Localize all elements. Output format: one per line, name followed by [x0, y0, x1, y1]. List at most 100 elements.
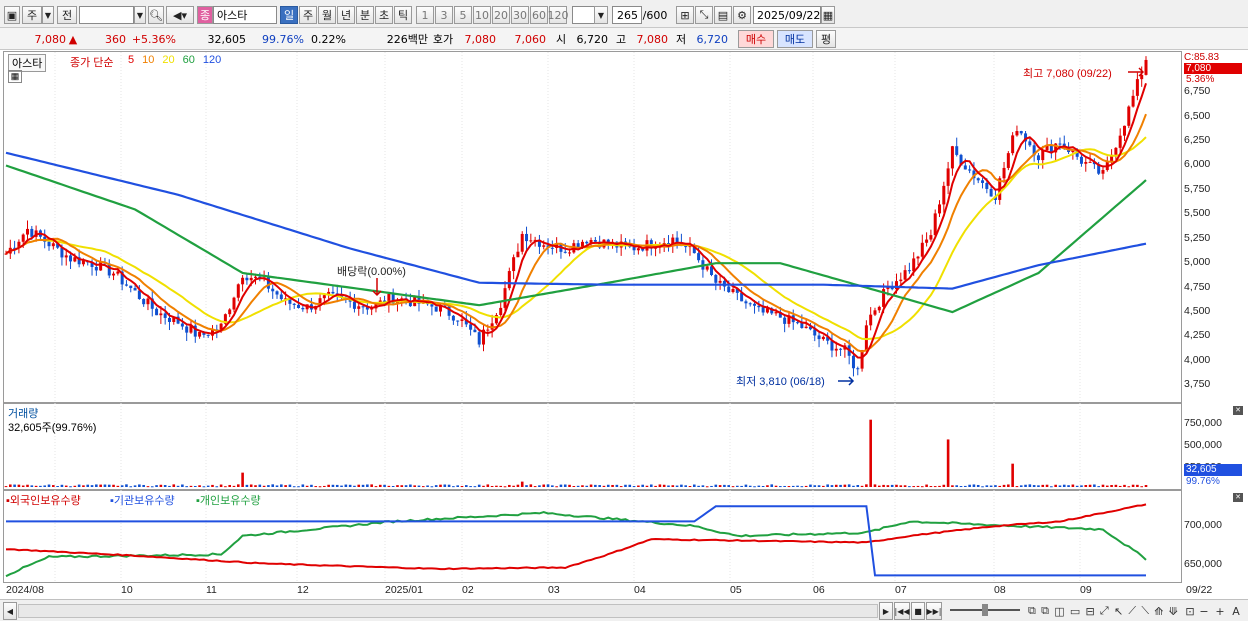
current-price: 7,080: [34, 32, 67, 46]
sell-button[interactable]: 매도: [777, 30, 813, 48]
buy-button[interactable]: 매수: [738, 30, 774, 48]
period-button[interactable]: 초: [375, 6, 393, 24]
high-annotation: 최고 7,080 (09/22): [1023, 68, 1112, 80]
tool-icon[interactable]: ⟰: [1154, 605, 1163, 618]
minute-button[interactable]: 120: [548, 6, 569, 24]
restore-icon[interactable]: ⊡: [1184, 602, 1196, 620]
date-input[interactable]: 2025/09/22: [753, 6, 821, 24]
tool-icon[interactable]: ⟱: [1169, 605, 1178, 618]
market-dropdown-icon[interactable]: ▼: [42, 6, 54, 24]
zoom-slider-handle[interactable]: [982, 604, 988, 616]
count-input[interactable]: 265: [612, 6, 642, 24]
window-icon[interactable]: ▣: [4, 6, 20, 24]
tool-icon[interactable]: ⧉: [1028, 604, 1036, 618]
ma-legend-item: 5: [128, 54, 135, 66]
market-select[interactable]: 주: [22, 6, 42, 24]
minute-button[interactable]: 5: [454, 6, 472, 24]
last-icon[interactable]: ▶▶|: [926, 602, 942, 620]
holdings-pane[interactable]: [3, 490, 1182, 583]
ma-legend-item: 10: [142, 54, 155, 66]
minute-button[interactable]: 10: [473, 6, 491, 24]
period-button[interactable]: 분: [356, 6, 374, 24]
price-tick-label: 6,000: [1184, 158, 1211, 171]
volume-pane[interactable]: [3, 403, 1182, 490]
stop-icon[interactable]: ■: [911, 602, 925, 620]
scroll-right-icon[interactable]: ▶: [879, 602, 893, 620]
tool-icon[interactable]: ⊟: [1085, 605, 1094, 618]
individual-holdings-label: ▪개인보유수량: [196, 492, 261, 508]
volume-ratio: 99.76%: [262, 32, 304, 46]
quote-label: 호가: [432, 33, 454, 46]
zoom-out-icon[interactable]: −: [1198, 602, 1210, 620]
dividend-annotation: 배당락(0.00%): [337, 266, 406, 278]
minute-button[interactable]: 3: [435, 6, 453, 24]
x-tick-label: 04: [634, 584, 646, 596]
speaker-icon[interactable]: ◀▾: [166, 6, 194, 24]
scroll-left-icon[interactable]: ◀: [3, 602, 17, 620]
price-tick-label: 5,500: [1184, 207, 1211, 220]
x-tick-label: 2024/08: [6, 584, 44, 596]
draw-icon[interactable]: ⤡: [695, 6, 713, 24]
tool-icon[interactable]: ◫: [1054, 605, 1064, 618]
grid-icon[interactable]: ▦: [8, 70, 22, 83]
stock-name-field[interactable]: 아스타: [213, 6, 277, 24]
search-icon[interactable]: 🔍︎: [148, 6, 164, 24]
bottom-toolbar: ◀ ▶ |◀◀ ■ ▶▶| ⧉ ⧉ ◫ ▭ ⊟ ⤢ ↖ ⟋ ⟍ ⟰ ⟱ ⊡ − + A: [0, 599, 1248, 621]
ma-legend: 5 10 20 60 120: [128, 54, 229, 66]
volume-legend-value: 32,605주(99.76%): [8, 422, 97, 434]
gear-icon[interactable]: ⚙: [733, 6, 751, 24]
x-tick-label: 02: [462, 584, 474, 596]
price-tick-label: 3,750: [1184, 378, 1211, 391]
drawing-tools[interactable]: ⧉ ⧉ ◫ ▭ ⊟ ⤢ ↖ ⟋ ⟍ ⟰ ⟱: [1028, 602, 1178, 620]
x-tick-label: 09: [1080, 584, 1092, 596]
ma-legend-item: 120: [202, 54, 222, 66]
tool-icon[interactable]: ▭: [1070, 605, 1080, 618]
x-tick-label: 2025/01: [385, 584, 423, 596]
tool-icon[interactable]: ⟍: [1141, 604, 1149, 618]
x-tick-label: 11: [206, 584, 217, 596]
zoom-in-icon[interactable]: +: [1214, 602, 1226, 620]
stock-code-input[interactable]: 246720: [79, 6, 134, 24]
eval-button[interactable]: 평: [816, 30, 836, 48]
candle-icon[interactable]: ⊞: [676, 6, 694, 24]
minute-button[interactable]: 60: [530, 6, 548, 24]
period-button[interactable]: 틱: [394, 6, 412, 24]
close-pane-icon[interactable]: ✕: [1233, 493, 1243, 502]
x-tick-label: 05: [730, 584, 742, 596]
prev-stock-button[interactable]: 전: [57, 6, 77, 24]
price-tick-label: 4,500: [1184, 305, 1211, 318]
badge-icon: 종: [197, 6, 213, 24]
open-price: 6,720: [576, 32, 609, 46]
tool-icon[interactable]: ↖: [1114, 605, 1123, 618]
minute-button[interactable]: 30: [511, 6, 529, 24]
holdings-tick-label: 650,000: [1184, 558, 1222, 570]
close-pane-icon[interactable]: ✕: [1233, 406, 1243, 415]
code-dropdown-icon[interactable]: ▼: [134, 6, 146, 24]
period-button[interactable]: 년: [337, 6, 355, 24]
ma-legend-item: 60: [182, 54, 195, 66]
minute-button[interactable]: 1: [416, 6, 434, 24]
period-button[interactable]: 일: [280, 6, 298, 24]
price-tick-label: 6,750: [1184, 85, 1211, 98]
price-tick-label: 6,250: [1184, 134, 1211, 147]
price-pane[interactable]: [3, 51, 1182, 403]
first-icon[interactable]: |◀◀: [894, 602, 910, 620]
turnover-rate: 0.22%: [311, 32, 346, 46]
interval-dropdown-icon[interactable]: ▼: [594, 6, 608, 24]
holdings-tick-label: 700,000: [1184, 519, 1222, 531]
volume-pct-tag: 99.76%: [1186, 476, 1220, 487]
auto-scale-icon[interactable]: A: [1230, 602, 1242, 620]
volume-current-tag: 32,605: [1184, 464, 1242, 476]
minute-button[interactable]: 20: [492, 6, 510, 24]
period-button[interactable]: 주: [299, 6, 317, 24]
tool-icon[interactable]: ⟋: [1128, 604, 1136, 618]
calendar-icon[interactable]: ▦: [821, 6, 835, 24]
save-icon[interactable]: ▤: [714, 6, 732, 24]
tool-icon[interactable]: ⧉: [1041, 604, 1049, 618]
scrollbar-track[interactable]: [18, 604, 878, 618]
period-button[interactable]: 월: [318, 6, 336, 24]
current-price-tag: 7,080: [1184, 63, 1242, 74]
volume-tick-label: 750,000: [1184, 417, 1222, 429]
tool-icon[interactable]: ⤢: [1100, 604, 1109, 618]
up-arrow-icon: ▲: [68, 32, 78, 46]
